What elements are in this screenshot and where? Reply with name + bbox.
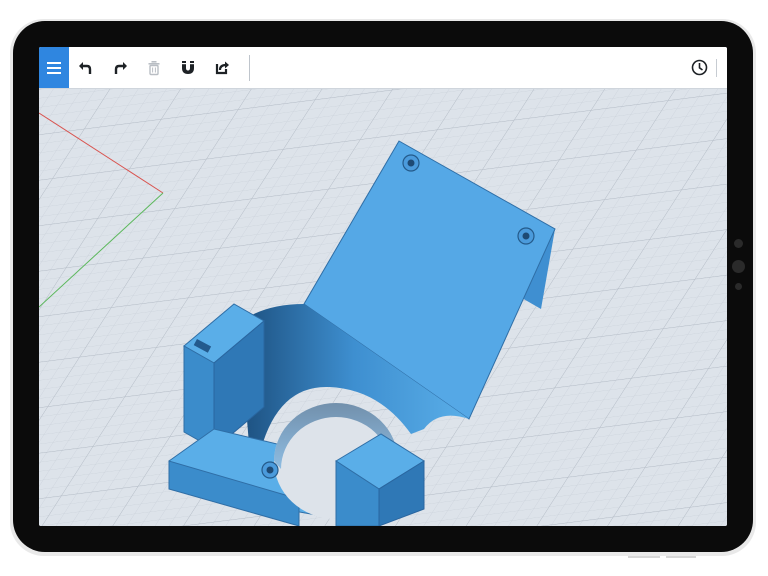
snap-button[interactable] <box>171 47 205 88</box>
undo-button[interactable] <box>69 47 103 88</box>
scene-canvas <box>39 89 727 526</box>
undo-arrow-icon <box>79 61 92 74</box>
trash-icon <box>148 60 160 75</box>
redo-arrow-icon <box>114 61 127 74</box>
screw-hole-2-inner <box>522 232 530 240</box>
export-button[interactable] <box>205 47 239 88</box>
delete-button[interactable] <box>137 47 171 88</box>
redo-button[interactable] <box>103 47 137 88</box>
screw-hole-1-inner <box>407 159 415 167</box>
toolbar-right <box>688 47 717 88</box>
tablet-camera <box>732 260 745 273</box>
menu-button[interactable] <box>39 47 69 88</box>
magnet-icon <box>182 61 194 74</box>
tablet-side-button-bottom <box>735 283 742 290</box>
3d-viewport[interactable] <box>39 89 727 526</box>
dock-mark-left <box>628 556 660 558</box>
tablet-side-button-top <box>734 239 743 248</box>
top-toolbar <box>39 47 727 89</box>
history-button[interactable] <box>688 47 710 88</box>
toolbar-edge <box>716 58 717 77</box>
toolbar-divider <box>249 54 250 81</box>
app-screen <box>39 47 727 526</box>
hamburger-menu-icon <box>47 61 61 74</box>
share-export-icon <box>215 61 229 75</box>
dock-mark-right <box>666 556 696 558</box>
clock-history-icon <box>691 59 707 76</box>
screw-hole-3-inner <box>266 466 274 474</box>
